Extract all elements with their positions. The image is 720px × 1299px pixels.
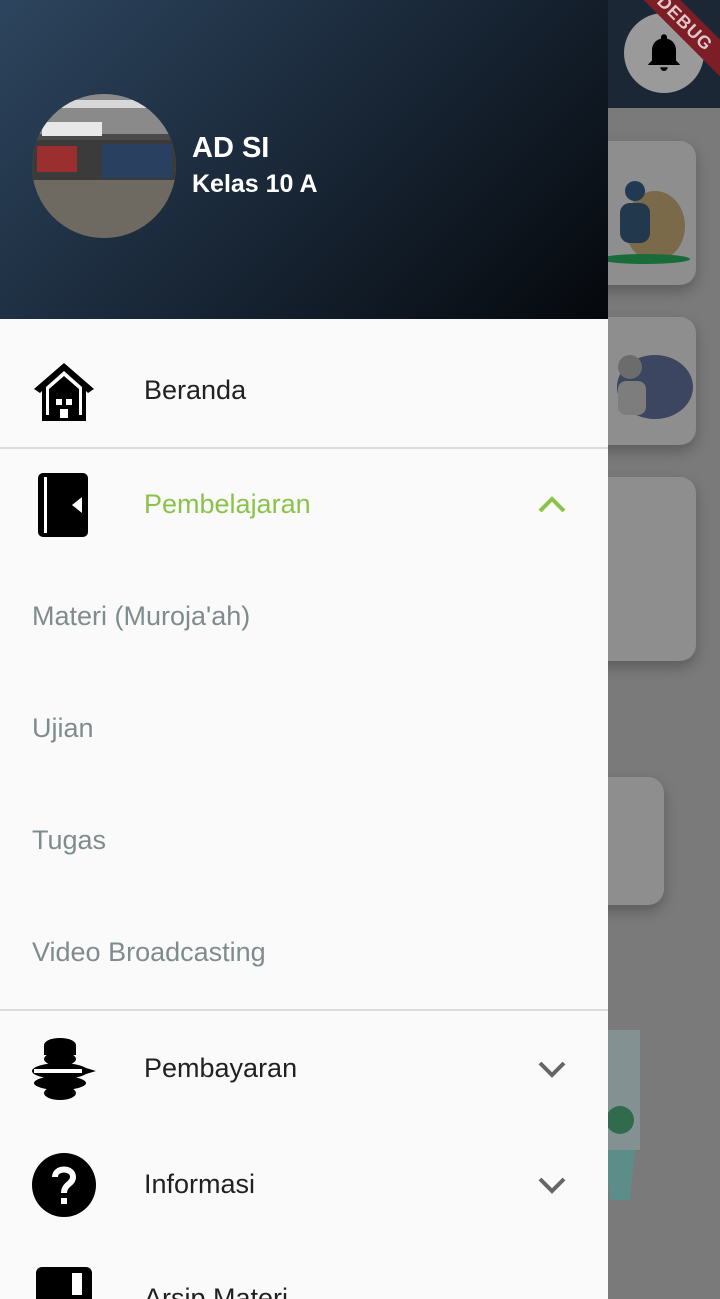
user-name: AD SI bbox=[192, 132, 270, 164]
chevron-down-icon[interactable] bbox=[536, 1053, 568, 1085]
menu-label: Beranda bbox=[144, 375, 247, 405]
menu-item-info[interactable]: Informasi bbox=[0, 1127, 608, 1243]
menu-label: Informasi bbox=[144, 1169, 256, 1199]
database-icon bbox=[32, 1038, 96, 1100]
archive-icon bbox=[36, 1267, 92, 1299]
bell-icon bbox=[648, 34, 680, 71]
avatar-photo bbox=[32, 94, 176, 238]
submenu-item-ujian[interactable]: Ujian bbox=[32, 713, 94, 744]
illustration-study bbox=[617, 355, 693, 419]
chevron-down-icon[interactable] bbox=[536, 1169, 568, 1201]
menu-item-archive[interactable]: Arsip Materi bbox=[0, 1243, 608, 1299]
menu-item-payment[interactable]: Pembayaran bbox=[0, 1011, 608, 1127]
navigation-drawer: AD SI Kelas 10 A Beranda Pembelajaran Ma… bbox=[0, 0, 608, 1299]
home-icon bbox=[34, 363, 94, 421]
chevron-up-icon[interactable] bbox=[536, 489, 568, 521]
menu-label: Arsip Materi bbox=[144, 1283, 289, 1299]
menu-label: Pembelajaran bbox=[144, 489, 311, 519]
help-icon bbox=[32, 1153, 96, 1217]
submenu-item-materi[interactable]: Materi (Muroja'ah) bbox=[32, 601, 250, 632]
submenu-item-video-broadcasting[interactable]: Video Broadcasting bbox=[32, 937, 266, 968]
book-icon bbox=[38, 473, 88, 537]
illustration-reading bbox=[600, 181, 690, 264]
avatar[interactable] bbox=[32, 94, 176, 238]
menu-item-learning[interactable]: Pembelajaran bbox=[0, 449, 608, 561]
menu-label: Pembayaran bbox=[144, 1053, 298, 1083]
user-class: Kelas 10 A bbox=[192, 170, 318, 198]
drawer-header: AD SI Kelas 10 A bbox=[0, 0, 608, 319]
menu-item-home[interactable]: Beranda bbox=[0, 319, 608, 447]
submenu-item-tugas[interactable]: Tugas bbox=[32, 825, 106, 856]
